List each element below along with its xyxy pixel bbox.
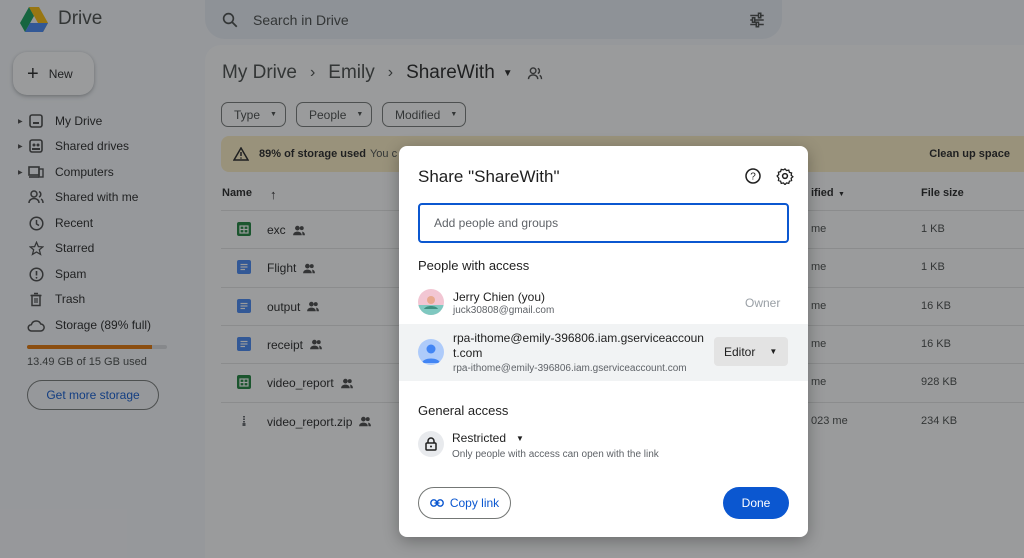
link-icon [429,499,444,507]
people-with-access-heading: People with access [418,258,530,273]
lock-icon [418,431,444,457]
add-people-input[interactable] [418,203,789,243]
general-access-heading: General access [418,403,509,418]
general-access-dropdown[interactable]: Restricted ▼ [452,431,524,445]
svg-text:?: ? [750,172,756,183]
done-button[interactable]: Done [723,487,789,519]
role-dropdown[interactable]: Editor ▼ [714,337,788,366]
general-access-description: Only people with access can open with th… [452,449,659,460]
owner-name: Jerry Chien (you) [453,290,546,304]
copy-link-label: Copy link [449,496,500,510]
role-dropdown-label: Editor [724,344,756,359]
share-dialog: Share "ShareWith" ? People with access J… [399,146,808,537]
dropdown-arrow-icon: ▼ [769,347,778,356]
shared-user-name-line1: rpa-ithome@emily-396806.iam.gserviceacco… [453,331,704,345]
share-dialog-title: Share "ShareWith" [418,167,560,186]
owner-email: juck30808@gmail.com [453,305,555,316]
general-access-level: Restricted [452,431,507,445]
owner-role-label: Owner [745,296,781,310]
help-icon[interactable]: ? [744,167,762,185]
gear-icon[interactable] [776,167,794,185]
owner-avatar [418,289,444,315]
shared-user-name-line2: t.com [453,346,483,360]
dropdown-arrow-icon: ▼ [516,433,524,443]
shared-user-row[interactable]: rpa-ithome@emily-396806.iam.gserviceacco… [399,324,808,381]
user-avatar-icon [418,339,444,365]
copy-link-button[interactable]: Copy link [418,487,511,519]
shared-user-email: rpa-ithome@emily-396806.iam.gserviceacco… [453,363,687,374]
